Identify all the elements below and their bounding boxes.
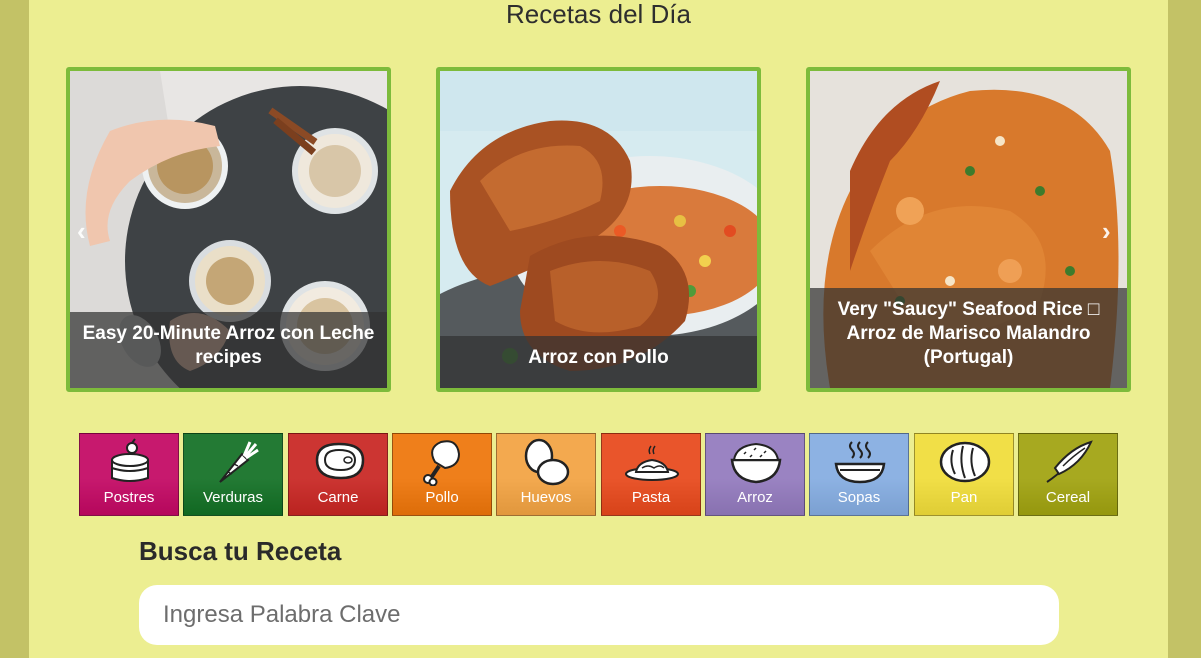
category-label: Arroz: [737, 489, 773, 506]
recipe-card-caption[interactable]: Arroz con Pollo: [440, 336, 757, 388]
category-tile-pollo[interactable]: Pollo: [392, 433, 492, 516]
category-tile-arroz[interactable]: Arroz: [705, 433, 805, 516]
category-label: Huevos: [520, 489, 572, 506]
eggs-icon: [524, 438, 570, 486]
recipe-card[interactable]: Very "Saucy" Seafood Rice □ Arroz de Mar…: [806, 67, 1131, 392]
category-label: Cereal: [1045, 489, 1091, 506]
category-label: Carne: [317, 489, 359, 506]
category-label: Sopas: [837, 489, 881, 506]
recipe-card-caption[interactable]: Easy 20-Minute Arroz con Leche recipes: [70, 312, 387, 388]
category-tile-pan[interactable]: Pan: [914, 433, 1014, 516]
category-tile-pasta[interactable]: Pasta: [601, 433, 701, 516]
rice-bowl-icon: [730, 442, 782, 484]
drumstick-icon: [423, 440, 461, 486]
category-tile-huevos[interactable]: Huevos: [496, 433, 596, 516]
category-label: Verduras: [202, 489, 264, 506]
pasta-dish-icon: [625, 445, 679, 481]
category-label: Postres: [103, 489, 155, 506]
main-panel: Recetas del Día Easy 20-Minute Arroz con…: [29, 0, 1168, 658]
search-heading: Busca tu Receta: [139, 536, 342, 566]
category-label: Pan: [950, 489, 978, 506]
recipe-card-caption[interactable]: Very "Saucy" Seafood Rice □ Arroz de Mar…: [810, 288, 1127, 388]
recipe-card[interactable]: Easy 20-Minute Arroz con Leche recipes: [66, 67, 391, 392]
category-tile-verduras[interactable]: Verduras: [183, 433, 283, 516]
grain-icon: [1046, 440, 1093, 483]
category-label: Pasta: [631, 489, 671, 506]
category-tile-sopas[interactable]: Sopas: [809, 433, 909, 516]
category-tile-cereal[interactable]: Cereal: [1018, 433, 1118, 516]
chevron-right-icon[interactable]: ›: [1102, 218, 1111, 244]
section-title: Recetas del Día: [506, 0, 691, 29]
category-label: Pollo: [425, 489, 459, 506]
category-tile-postres[interactable]: Postres: [79, 433, 179, 516]
carrot-icon: [219, 441, 259, 483]
search-input[interactable]: [139, 585, 1059, 645]
recipe-card[interactable]: Arroz con Pollo: [436, 67, 761, 392]
cake-icon: [111, 438, 149, 482]
bread-icon: [939, 441, 991, 483]
soup-bowl-icon: [834, 441, 886, 484]
category-tile-carne[interactable]: Carne: [288, 433, 388, 516]
steak-icon: [315, 442, 365, 480]
chevron-left-icon[interactable]: ‹: [77, 218, 86, 244]
